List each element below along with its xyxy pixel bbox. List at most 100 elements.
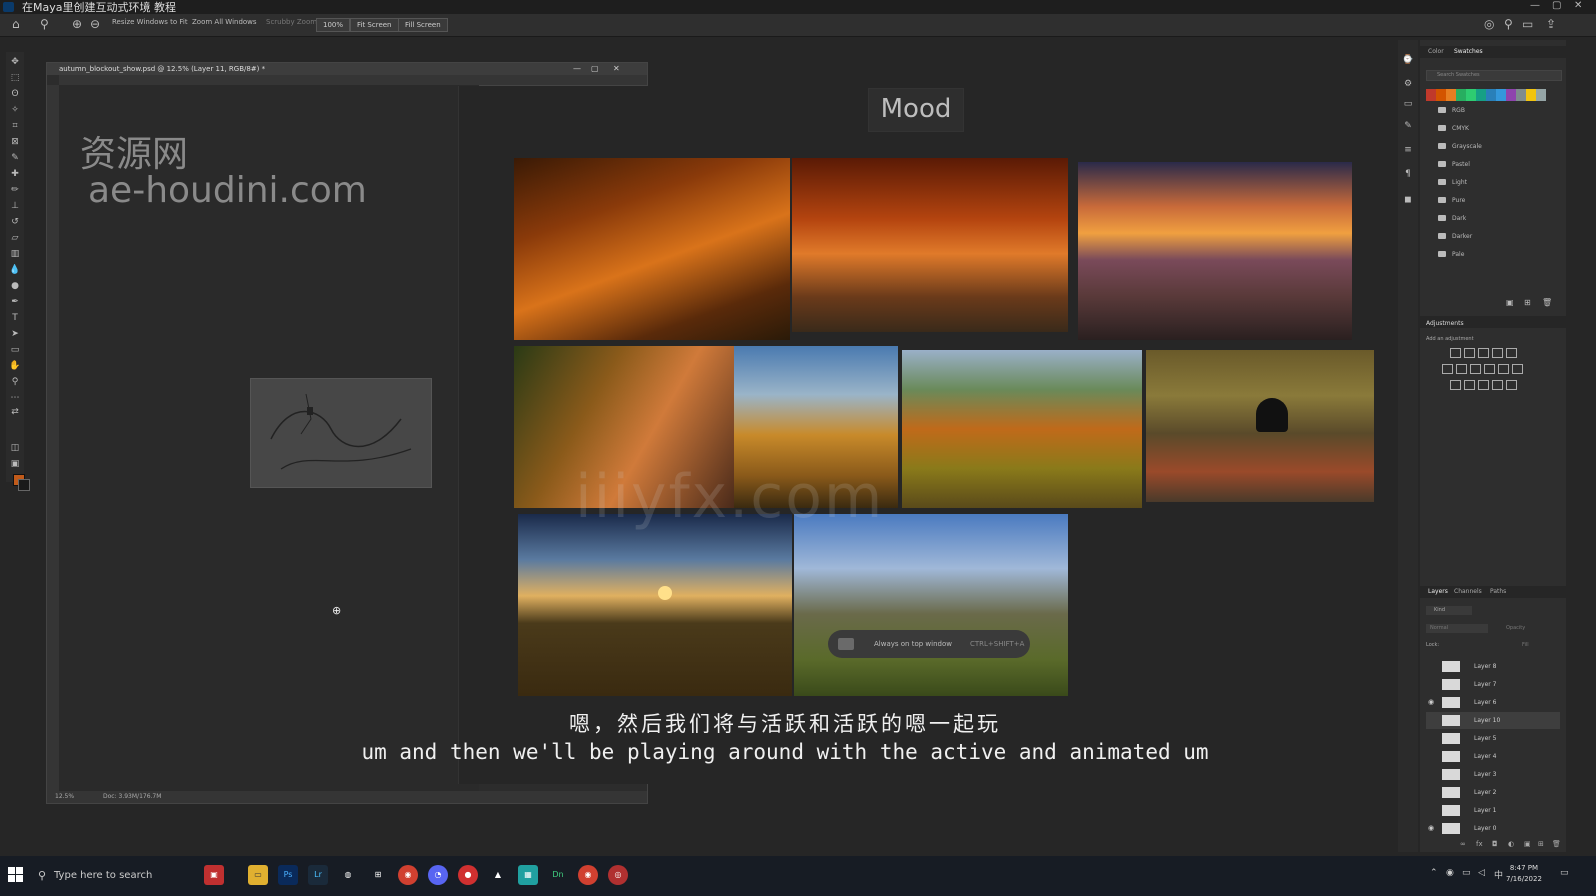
taskbar-search[interactable]: ⚲ Type here to search — [34, 863, 200, 889]
zoom-tool-panel-icon[interactable]: ⚲ — [9, 376, 21, 388]
delete-swatch-icon[interactable]: 🗑 — [1542, 298, 1552, 307]
black-white-icon[interactable] — [1470, 364, 1481, 374]
zoom-100-button[interactable]: 100% — [316, 18, 351, 32]
taskbar-app-icon[interactable]: ▣ — [204, 865, 224, 885]
document-tab[interactable]: autumn_blockout_show.psd @ 12.5% (Layer … — [47, 63, 647, 75]
chrome-taskbar-icon[interactable]: ◉ — [578, 865, 598, 885]
swatch-chip[interactable] — [1426, 89, 1436, 101]
swatch-chip[interactable] — [1536, 89, 1546, 101]
shape-tool-icon[interactable]: ▭ — [9, 344, 21, 356]
zoom-all-checkbox[interactable]: Zoom All Windows — [192, 18, 257, 26]
new-folder-icon[interactable]: ▣ — [1506, 298, 1514, 307]
type-tool-icon[interactable]: T — [9, 312, 21, 324]
hand-tool-icon[interactable]: ✋ — [9, 360, 21, 372]
move-tool-icon[interactable]: ✥ — [9, 56, 21, 68]
swatch-folder[interactable]: Pure — [1426, 194, 1560, 207]
marquee-tool-icon[interactable]: ⬚ — [9, 72, 21, 84]
windows-start-icon[interactable] — [8, 867, 24, 883]
visibility-eye-icon[interactable]: ◉ — [1428, 820, 1434, 837]
visibility-eye-icon[interactable]: ◉ — [1428, 694, 1434, 711]
swatch-folder[interactable]: Dark — [1426, 212, 1560, 225]
swatch-chip[interactable] — [1506, 89, 1516, 101]
swatch-chip[interactable] — [1456, 89, 1466, 101]
minimize-icon[interactable]: — — [1530, 0, 1540, 11]
hue-saturation-icon[interactable] — [1442, 364, 1453, 374]
gradient-tool-icon[interactable]: ▥ — [9, 248, 21, 260]
threshold-icon[interactable] — [1478, 380, 1489, 390]
swatch-folder[interactable]: Light — [1426, 176, 1560, 189]
swatch-chip[interactable] — [1466, 89, 1476, 101]
always-on-top-tooltip[interactable]: Always on top window CTRL+SHIFT+A — [828, 630, 1030, 658]
status-zoom[interactable]: 12.5% — [55, 791, 74, 803]
swatch-folder[interactable]: Grayscale — [1426, 140, 1560, 153]
app-taskbar-icon[interactable]: ⊞ — [368, 865, 388, 885]
swatch-folder[interactable]: RGB — [1426, 104, 1560, 117]
adjustments-title[interactable]: Adjustments — [1426, 320, 1464, 327]
brush-tool-icon[interactable]: ✏ — [9, 184, 21, 196]
layer-style-icon[interactable]: fx — [1476, 840, 1483, 848]
layer-row[interactable]: Layer 7 — [1426, 676, 1560, 693]
vibrance-icon[interactable] — [1506, 348, 1517, 358]
layer-row[interactable]: Layer 5 — [1426, 730, 1560, 747]
layer-row[interactable]: Layer 1 — [1426, 802, 1560, 819]
app-taskbar-icon[interactable]: ◎ — [608, 865, 628, 885]
swatch-chip[interactable] — [1496, 89, 1506, 101]
swatch-chip[interactable] — [1516, 89, 1526, 101]
swatch-folder[interactable]: Pastel — [1426, 158, 1560, 171]
color-balance-icon[interactable] — [1456, 364, 1467, 374]
eraser-tool-icon[interactable]: ▱ — [9, 232, 21, 244]
navigator-icon[interactable]: ▭ — [1402, 98, 1414, 110]
add-mask-icon[interactable]: ◘ — [1492, 840, 1498, 848]
channel-mixer-icon[interactable] — [1498, 364, 1509, 374]
maximize-icon[interactable]: ▢ — [1552, 0, 1561, 11]
doc-minimize-icon[interactable]: — — [573, 63, 581, 75]
gradient-map-icon[interactable] — [1492, 380, 1503, 390]
properties-icon[interactable]: ≡ — [1402, 144, 1414, 156]
swatch-chip[interactable] — [1476, 89, 1486, 101]
swatch-folder[interactable]: Pale — [1426, 248, 1560, 261]
levels-icon[interactable] — [1464, 348, 1475, 358]
app-taskbar-icon[interactable]: Dn — [548, 865, 568, 885]
tab-color[interactable]: Color — [1428, 48, 1444, 55]
paragraph-icon[interactable]: ¶ — [1402, 168, 1414, 180]
lasso-tool-icon[interactable]: ʘ — [9, 88, 21, 100]
new-layer-icon[interactable]: ⊞ — [1538, 840, 1544, 848]
taskbar-clock[interactable]: 8:47 PM 7/16/2022 — [1506, 863, 1542, 885]
layer-filter-kind[interactable]: Kind — [1426, 606, 1472, 615]
tab-paths[interactable]: Paths — [1490, 588, 1506, 595]
photo-filter-icon[interactable] — [1484, 364, 1495, 374]
app-taskbar-icon[interactable]: ▦ — [518, 865, 538, 885]
workspace-icon[interactable]: ▭ — [1522, 17, 1533, 31]
layer-row[interactable]: Layer 2 — [1426, 784, 1560, 801]
screen-mode-icon[interactable]: ▣ — [9, 458, 21, 470]
app-taskbar-icon[interactable]: ◍ — [338, 865, 358, 885]
discord-taskbar-icon[interactable]: ◔ — [428, 865, 448, 885]
eyedropper-tool-icon[interactable]: ✎ — [9, 152, 21, 164]
background-color-swatch[interactable] — [18, 479, 30, 491]
layer-row-selected[interactable]: Layer 10 — [1426, 712, 1560, 729]
doc-close-icon[interactable]: ✕ — [613, 63, 620, 75]
search-icon[interactable]: ⚲ — [1504, 17, 1513, 31]
new-group-icon[interactable]: ▣ — [1524, 840, 1531, 848]
layer-row[interactable]: ◉ Layer 6 — [1426, 694, 1560, 711]
tray-app-icon[interactable]: ◉ — [1446, 868, 1454, 878]
pen-tool-icon[interactable]: ✒ — [9, 296, 21, 308]
doc-maximize-icon[interactable]: ▢ — [591, 63, 599, 75]
share-icon[interactable]: ◎ — [1484, 17, 1494, 31]
swatch-folder[interactable]: CMYK — [1426, 122, 1560, 135]
layer-row[interactable]: Layer 8 — [1426, 658, 1560, 675]
frame-tool-icon[interactable]: ⊠ — [9, 136, 21, 148]
lightroom-taskbar-icon[interactable]: Lr — [308, 865, 328, 885]
resize-windows-checkbox[interactable]: Resize Windows to Fit — [112, 18, 188, 26]
fill-screen-button[interactable]: Fill Screen — [398, 18, 448, 32]
swatch-chip[interactable] — [1526, 89, 1536, 101]
color-lookup-icon[interactable] — [1512, 364, 1523, 374]
new-swatch-icon[interactable]: ⊞ — [1524, 298, 1531, 307]
selective-color-icon[interactable] — [1506, 380, 1517, 390]
file-explorer-icon[interactable]: ▭ — [248, 865, 268, 885]
close-icon[interactable]: ✕ — [1574, 0, 1582, 11]
notifications-icon[interactable]: ▭ — [1560, 868, 1569, 878]
brushes-panel-icon[interactable]: ✎ — [1402, 120, 1414, 132]
brightness-icon[interactable] — [1450, 348, 1461, 358]
tab-swatches[interactable]: Swatches — [1454, 48, 1483, 55]
